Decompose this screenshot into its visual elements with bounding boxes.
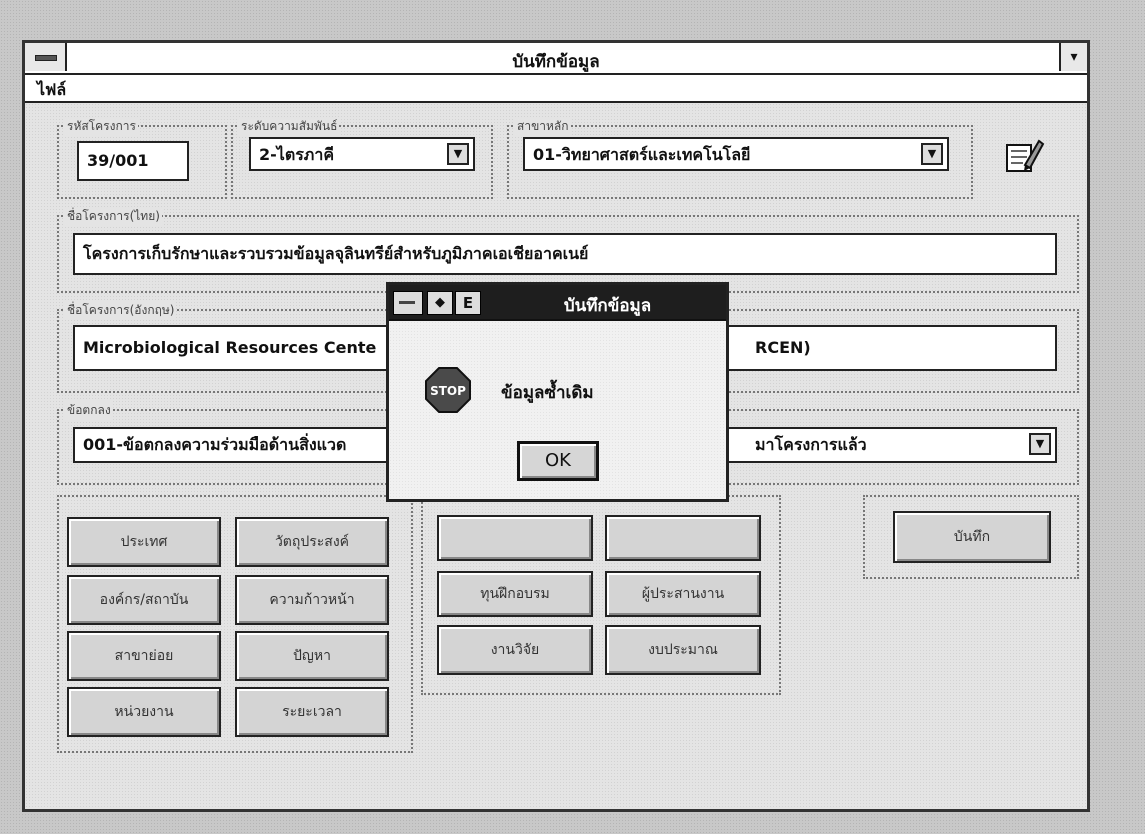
hidden-button-1[interactable] [437,515,593,561]
project-name-th-label: ชื่อโครงการ(ไทย) [65,207,162,226]
main-field-label: สาขาหลัก [515,117,571,136]
objective-button[interactable]: วัตถุประสงค์ [235,517,389,567]
organization-button[interactable]: องค์กร/สถาบัน [67,575,221,625]
main-field-value: 01-วิทยาศาสตร์และเทคโนโลยี [533,145,751,164]
project-name-en-label: ชื่อโครงการ(อังกฤษ) [65,301,177,320]
dropdown-arrow-icon[interactable]: ▼ [447,143,469,165]
maximize-button[interactable]: ▾ [1059,43,1087,71]
dropdown-arrow-icon[interactable]: ▼ [1029,433,1051,455]
stop-icon: STOP [425,367,471,413]
save-button[interactable]: บันทึก [893,511,1051,563]
cooperation-level-select[interactable]: 2-ไตรภาคี ▼ [249,137,475,171]
project-code-group: รหัสโครงการ 39/001 [57,117,227,199]
agreement-value-tail: มาโครงการแล้ว [755,435,867,454]
ok-button[interactable]: OK [517,441,599,481]
project-name-th-input[interactable]: โครงการเก็บรักษาและรวบรวมข้อมูลจุลินทรีย… [73,233,1057,275]
button-group-left: ประเทศ วัตถุประสงค์ องค์กร/สถาบัน ความก้… [57,495,413,753]
budget-button[interactable]: งบประมาณ [605,625,761,675]
window-title: บันทึกข้อมูล [512,52,600,72]
hidden-button-2[interactable] [605,515,761,561]
dropdown-arrow-icon[interactable]: ▼ [921,143,943,165]
cooperation-level-group: ระดับความสัมพันธ์ 2-ไตรภาคี ▼ [231,117,493,199]
duration-button[interactable]: ระยะเวลา [235,687,389,737]
sub-field-button[interactable]: สาขาย่อย [67,631,221,681]
duplicate-data-dialog: ◆ E บันทึกข้อมูล STOP ข้อมูลซ้ำเดิม OK [386,282,729,502]
cooperation-level-value: 2-ไตรภาคี [259,145,335,164]
window-titlebar[interactable]: บันทึกข้อมูล ▾ [25,43,1087,75]
dialog-message: ข้อมูลซ้ำเดิม [501,383,594,403]
cooperation-level-label: ระดับความสัมพันธ์ [239,117,340,136]
app-icon: ◆ [427,291,453,315]
stop-icon-text: STOP [430,384,466,398]
coordinator-button[interactable]: ผู้ประสานงาน [605,571,761,617]
project-name-en-value: Microbiological Resources Cente [83,338,377,357]
project-code-label: รหัสโครงการ [65,117,138,136]
project-code-input[interactable]: 39/001 [77,141,189,181]
agreement-label: ข้อตกลง [65,401,113,420]
document-icon: E [455,291,481,315]
country-button[interactable]: ประเทศ [67,517,221,567]
dialog-system-menu-button[interactable] [393,291,423,315]
menu-file[interactable]: ไฟล์ [37,78,66,103]
main-field-group: สาขาหลัก 01-วิทยาศาสตร์และเทคโนโลยี ▼ [507,117,973,199]
dialog-titlebar[interactable]: ◆ E บันทึกข้อมูล [389,285,726,321]
progress-button[interactable]: ความก้าวหน้า [235,575,389,625]
problem-button[interactable]: ปัญหา [235,631,389,681]
research-button[interactable]: งานวิจัย [437,625,593,675]
menu-bar: ไฟล์ [25,75,1087,103]
button-group-middle: ทุนฝึกอบรม ผู้ประสานงาน งานวิจัย งบประมา… [421,495,781,695]
edit-record-icon[interactable] [1003,135,1045,175]
dialog-title: บันทึกข้อมูล [563,296,652,316]
unit-button[interactable]: หน่วยงาน [67,687,221,737]
agreement-value: 001-ข้อตกลงความร่วมมือด้านสิ่งแวด [83,435,347,454]
project-name-en-value-tail: RCEN) [755,338,811,357]
main-field-select[interactable]: 01-วิทยาศาสตร์และเทคโนโลยี ▼ [523,137,949,171]
save-group: บันทึก [863,495,1079,579]
training-grant-button[interactable]: ทุนฝึกอบรม [437,571,593,617]
